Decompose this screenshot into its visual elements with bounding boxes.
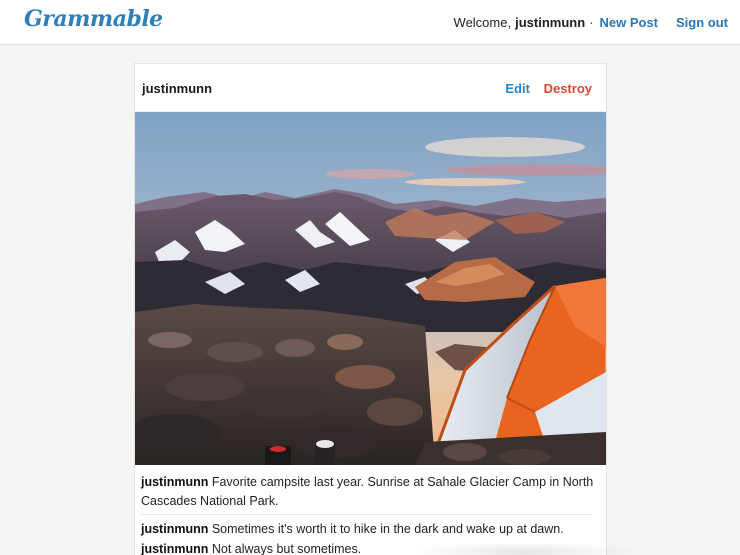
destroy-post-link[interactable]: Destroy	[544, 81, 592, 96]
post-photo	[135, 112, 606, 465]
caption-divider	[141, 514, 593, 515]
edit-post-link[interactable]: Edit	[505, 81, 530, 96]
comment-item: justinmunn Sometimes it's worth it to hi…	[141, 521, 564, 538]
comment-text: Not always but sometimes.	[211, 542, 362, 555]
scroll-shadow	[410, 542, 640, 555]
caption-text: Favorite campsite last year. Sunrise at …	[141, 475, 594, 508]
caption-author[interactable]: justinmunn	[141, 475, 208, 489]
comment-author[interactable]: justinmunn	[141, 522, 208, 536]
sign-out-link[interactable]: Sign out	[676, 15, 728, 30]
new-post-link[interactable]: New Post	[599, 15, 658, 30]
welcome-username: justinmunn	[515, 15, 586, 30]
comment-author[interactable]: justinmunn	[141, 542, 208, 555]
navbar: Grammable Welcome, justinmunn · New Post…	[0, 0, 740, 45]
app-logo[interactable]: Grammable	[24, 6, 163, 32]
post-author[interactable]: justinmunn	[142, 81, 212, 96]
comment-item: justinmunn Not always but sometimes.	[141, 541, 361, 555]
nav-separator: ·	[589, 15, 594, 30]
welcome-text: Welcome,	[453, 15, 512, 30]
nav-right: Welcome, justinmunn · New Post Sign out	[454, 15, 728, 30]
post-card: justinmunn Edit Destroy justinmunn Favor…	[134, 63, 607, 555]
post-header: justinmunn Edit Destroy	[135, 64, 606, 112]
post-caption: justinmunn Favorite campsite last year. …	[141, 473, 596, 511]
comment-text: Sometimes it's worth it to hike in the d…	[211, 522, 564, 536]
post-actions: Edit Destroy	[505, 81, 592, 96]
